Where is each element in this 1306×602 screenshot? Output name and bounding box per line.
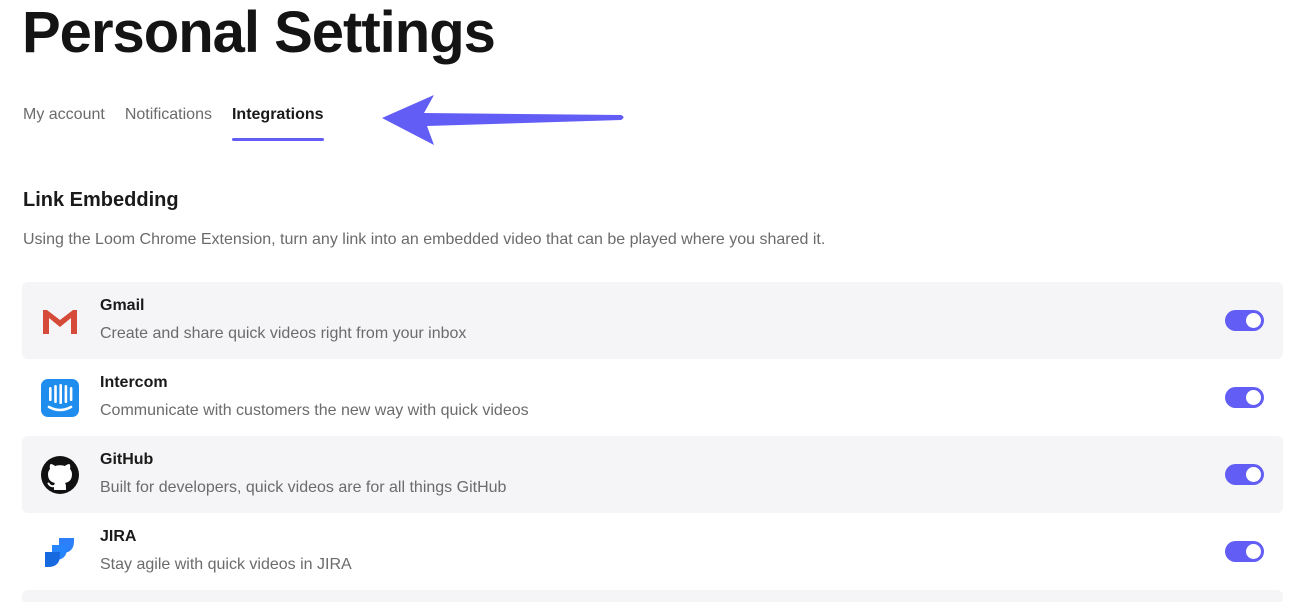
intercom-toggle[interactable] bbox=[1225, 387, 1264, 408]
integration-row-intercom: Intercom Communicate with customers the … bbox=[22, 359, 1283, 436]
integration-name: JIRA bbox=[100, 528, 137, 545]
integration-name: Intercom bbox=[100, 374, 168, 391]
section-title: Link Embedding bbox=[23, 189, 179, 211]
gmail-icon bbox=[40, 301, 80, 341]
tab-my-account[interactable]: My account bbox=[23, 104, 105, 141]
settings-tabs: My account Notifications Integrations bbox=[23, 104, 324, 141]
integration-description: Create and share quick videos right from… bbox=[100, 325, 467, 342]
toggle-knob bbox=[1246, 313, 1261, 328]
tab-integrations[interactable]: Integrations bbox=[231, 104, 324, 141]
toggle-knob bbox=[1246, 390, 1261, 405]
jira-toggle[interactable] bbox=[1225, 541, 1264, 562]
toggle-knob bbox=[1246, 544, 1261, 559]
github-icon bbox=[40, 455, 80, 495]
integration-name: GitHub bbox=[100, 451, 154, 468]
integration-description: Communicate with customers the new way w… bbox=[100, 402, 529, 419]
integration-list: Gmail Create and share quick videos righ… bbox=[22, 282, 1283, 602]
section-description: Using the Loom Chrome Extension, turn an… bbox=[23, 231, 826, 248]
toggle-knob bbox=[1246, 467, 1261, 482]
integration-name: Gmail bbox=[100, 297, 145, 314]
github-toggle[interactable] bbox=[1225, 464, 1264, 485]
gmail-toggle[interactable] bbox=[1225, 310, 1264, 331]
integration-row-github: GitHub Built for developers, quick video… bbox=[22, 436, 1283, 513]
integration-row-gmail: Gmail Create and share quick videos righ… bbox=[22, 282, 1283, 359]
integration-description: Stay agile with quick videos in JIRA bbox=[100, 556, 352, 573]
settings-page: Personal Settings My account Notificatio… bbox=[0, 0, 1306, 602]
intercom-icon bbox=[40, 378, 80, 418]
page-title: Personal Settings bbox=[22, 0, 496, 65]
integration-row-jira: JIRA Stay agile with quick videos in JIR… bbox=[22, 513, 1283, 590]
tab-notifications[interactable]: Notifications bbox=[125, 104, 212, 141]
jira-icon bbox=[40, 532, 80, 572]
annotation-arrow-icon bbox=[382, 95, 624, 145]
integration-description: Built for developers, quick videos are f… bbox=[100, 479, 507, 496]
integration-row-partial bbox=[22, 590, 1283, 602]
